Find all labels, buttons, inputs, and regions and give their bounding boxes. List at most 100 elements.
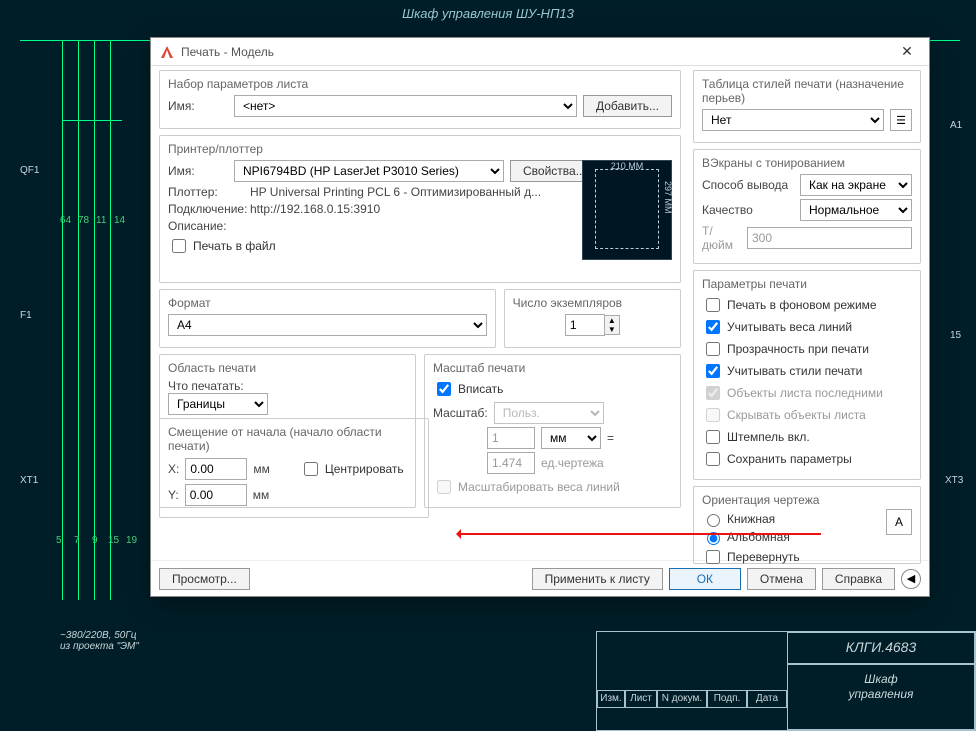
orient-portrait-radio[interactable]: Книжная [702, 511, 912, 527]
shade-mode-label: Способ вывода [702, 178, 794, 192]
shade-quality-select[interactable]: Нормальное [800, 199, 912, 221]
ok-button[interactable]: ОК [669, 568, 741, 590]
orient-landscape-radio[interactable]: Альбомная [702, 529, 912, 545]
pageset-name-select[interactable]: <нет> [234, 95, 577, 117]
group-plot-scale: Масштаб печати Вписать Масштаб: Польз. м… [424, 354, 681, 508]
plot-to-file-input[interactable] [172, 239, 186, 253]
copies-down-icon[interactable]: ▼ [605, 325, 619, 334]
scale-label: Масштаб: [433, 406, 488, 420]
opt-paperspace-last-checkbox: Объекты листа последними [702, 383, 912, 403]
shade-quality-label: Качество [702, 203, 794, 217]
fit-to-paper-label: Вписать [458, 382, 503, 396]
plot-what-select[interactable]: Границы [168, 393, 268, 415]
dialog-titlebar[interactable]: Печать - Модель ✕ [151, 38, 929, 66]
group-copies: Число экземпляров ▲▼ [504, 289, 681, 348]
opt-plotstyles-checkbox[interactable]: Учитывать стили печати [702, 361, 912, 381]
cad-label-b7: 7 [74, 535, 80, 546]
fit-to-paper-checkbox[interactable]: Вписать [433, 379, 672, 399]
printer-plotter-value: HP Universal Printing PCL 6 - Оптимизиро… [250, 185, 541, 199]
cad-label-14: 14 [114, 215, 125, 226]
printer-name-label: Имя: [168, 164, 228, 178]
tb-name2: управления [849, 687, 914, 701]
cad-label-qf1: QF1 [20, 165, 39, 176]
tb-data: Дата [747, 690, 787, 708]
tb-name: Шкаф управления [787, 664, 975, 730]
shade-dpi-label: Т/дюйм [702, 224, 741, 252]
printer-name-select[interactable]: NPI6794BD (HP LaserJet P3010 Series) [234, 160, 504, 182]
scale-unit1-select[interactable]: мм [541, 427, 601, 449]
cad-label-15r: 15 [950, 330, 961, 341]
group-plot-scale-caption: Масштаб печати [433, 361, 672, 375]
annotation-arrow [461, 533, 821, 535]
opt-transparency-checkbox[interactable]: Прозрачность при печати [702, 339, 912, 359]
tb-list: Лист [625, 690, 657, 708]
group-shaded-viewport-caption: ВЭкраны с тонированием [702, 156, 912, 170]
group-shaded-viewport: ВЭкраны с тонированием Способ вывода Как… [693, 149, 921, 264]
close-icon[interactable]: ✕ [893, 43, 921, 60]
offset-x-input[interactable] [185, 458, 247, 480]
group-plot-offset: Смещение от начала (начало области печат… [159, 418, 429, 518]
group-paper-size: Формат A4 [159, 289, 496, 348]
orientation-icon: A [886, 509, 912, 535]
offset-y-label: Y: [168, 488, 179, 502]
group-printer-caption: Принтер/плоттер [168, 142, 672, 156]
plot-style-edit-icon[interactable]: ☰ [890, 109, 912, 131]
autocad-icon [159, 44, 175, 60]
scale-lineweights-checkbox: Масштабировать веса линий [433, 477, 672, 497]
scale-preset-select: Польз. [494, 402, 604, 424]
printer-plotter-label: Плоттер: [168, 185, 244, 199]
apply-to-layout-button[interactable]: Применить к листу [532, 568, 663, 590]
cancel-button[interactable]: Отмена [747, 568, 816, 590]
scale-value1-input [487, 427, 535, 449]
plot-style-select[interactable]: Нет [702, 109, 884, 131]
group-orientation: Ориентация чертежа Книжная Альбомная Пер… [693, 486, 921, 564]
paper-size-select[interactable]: A4 [168, 314, 487, 336]
cad-label-a1: A1 [950, 120, 962, 131]
scale-value2-input [487, 452, 535, 474]
group-page-setup: Набор параметров листа Имя: <нет> Добави… [159, 70, 681, 129]
copies-up-icon[interactable]: ▲ [605, 316, 619, 325]
collapse-arrow-icon[interactable]: ◀ [901, 569, 921, 589]
preview-button[interactable]: Просмотр... [159, 568, 250, 590]
offset-x-units: мм [253, 462, 270, 476]
copies-input[interactable] [565, 314, 605, 336]
cad-label-b5: 5 [56, 535, 62, 546]
help-button[interactable]: Справка [822, 568, 895, 590]
center-plot-checkbox[interactable]: Центрировать [300, 459, 404, 479]
copies-spinner[interactable]: ▲▼ [565, 314, 620, 336]
group-plot-styles-caption: Таблица стилей печати (назначение перьев… [702, 77, 912, 105]
opt-save-changes-checkbox[interactable]: Сохранить параметры [702, 449, 912, 469]
cad-label-b19: 19 [126, 535, 137, 546]
tb-izm: Изм. [597, 690, 625, 708]
offset-x-label: X: [168, 462, 179, 476]
group-plot-styles: Таблица стилей печати (назначение перьев… [693, 70, 921, 143]
shade-mode-select[interactable]: Как на экране [800, 174, 912, 196]
opt-stamp-checkbox[interactable]: Штемпель вкл. [702, 427, 912, 447]
printer-desc-label: Описание: [168, 219, 244, 233]
cad-label-xt3: XT3 [945, 475, 963, 486]
printer-conn-value: http://192.168.0.15:3910 [250, 202, 380, 216]
dialog-title: Печать - Модель [181, 45, 893, 59]
cad-label-b15: 15 [108, 535, 119, 546]
opt-background-checkbox[interactable]: Печать в фоновом режиме [702, 295, 912, 315]
cad-label-xt1: XT1 [20, 475, 38, 486]
pageset-add-button[interactable]: Добавить... [583, 95, 672, 117]
fit-to-paper-input[interactable] [437, 382, 451, 396]
paper-preview: 210 MM 297 MM [582, 160, 672, 260]
opt-lineweights-checkbox[interactable]: Учитывать веса линий [702, 317, 912, 337]
plot-what-label: Что печатать: [168, 379, 407, 393]
cad-label-11: 11 [96, 215, 106, 226]
center-plot-input[interactable] [304, 462, 318, 476]
tb-ndoc: N докум. [657, 690, 707, 708]
group-printer: Принтер/плоттер Имя: NPI6794BD (HP Laser… [159, 135, 681, 283]
opt-hide-paperspace-checkbox: Скрывать объекты листа [702, 405, 912, 425]
cad-titleblock: Изм. Лист N докум. Подп. Дата КЛГИ.4683 … [596, 631, 976, 731]
group-page-setup-caption: Набор параметров листа [168, 77, 672, 91]
scale-unit2-label: ед.чертежа [541, 456, 604, 470]
offset-y-input[interactable] [185, 484, 247, 506]
scale-equals: = [607, 431, 614, 445]
orient-upside-checkbox[interactable]: Перевернуть [702, 547, 912, 567]
scale-lineweights-input [437, 480, 451, 494]
tb-code: КЛГИ.4683 [787, 632, 975, 664]
cad-label-f1: F1 [20, 310, 32, 321]
